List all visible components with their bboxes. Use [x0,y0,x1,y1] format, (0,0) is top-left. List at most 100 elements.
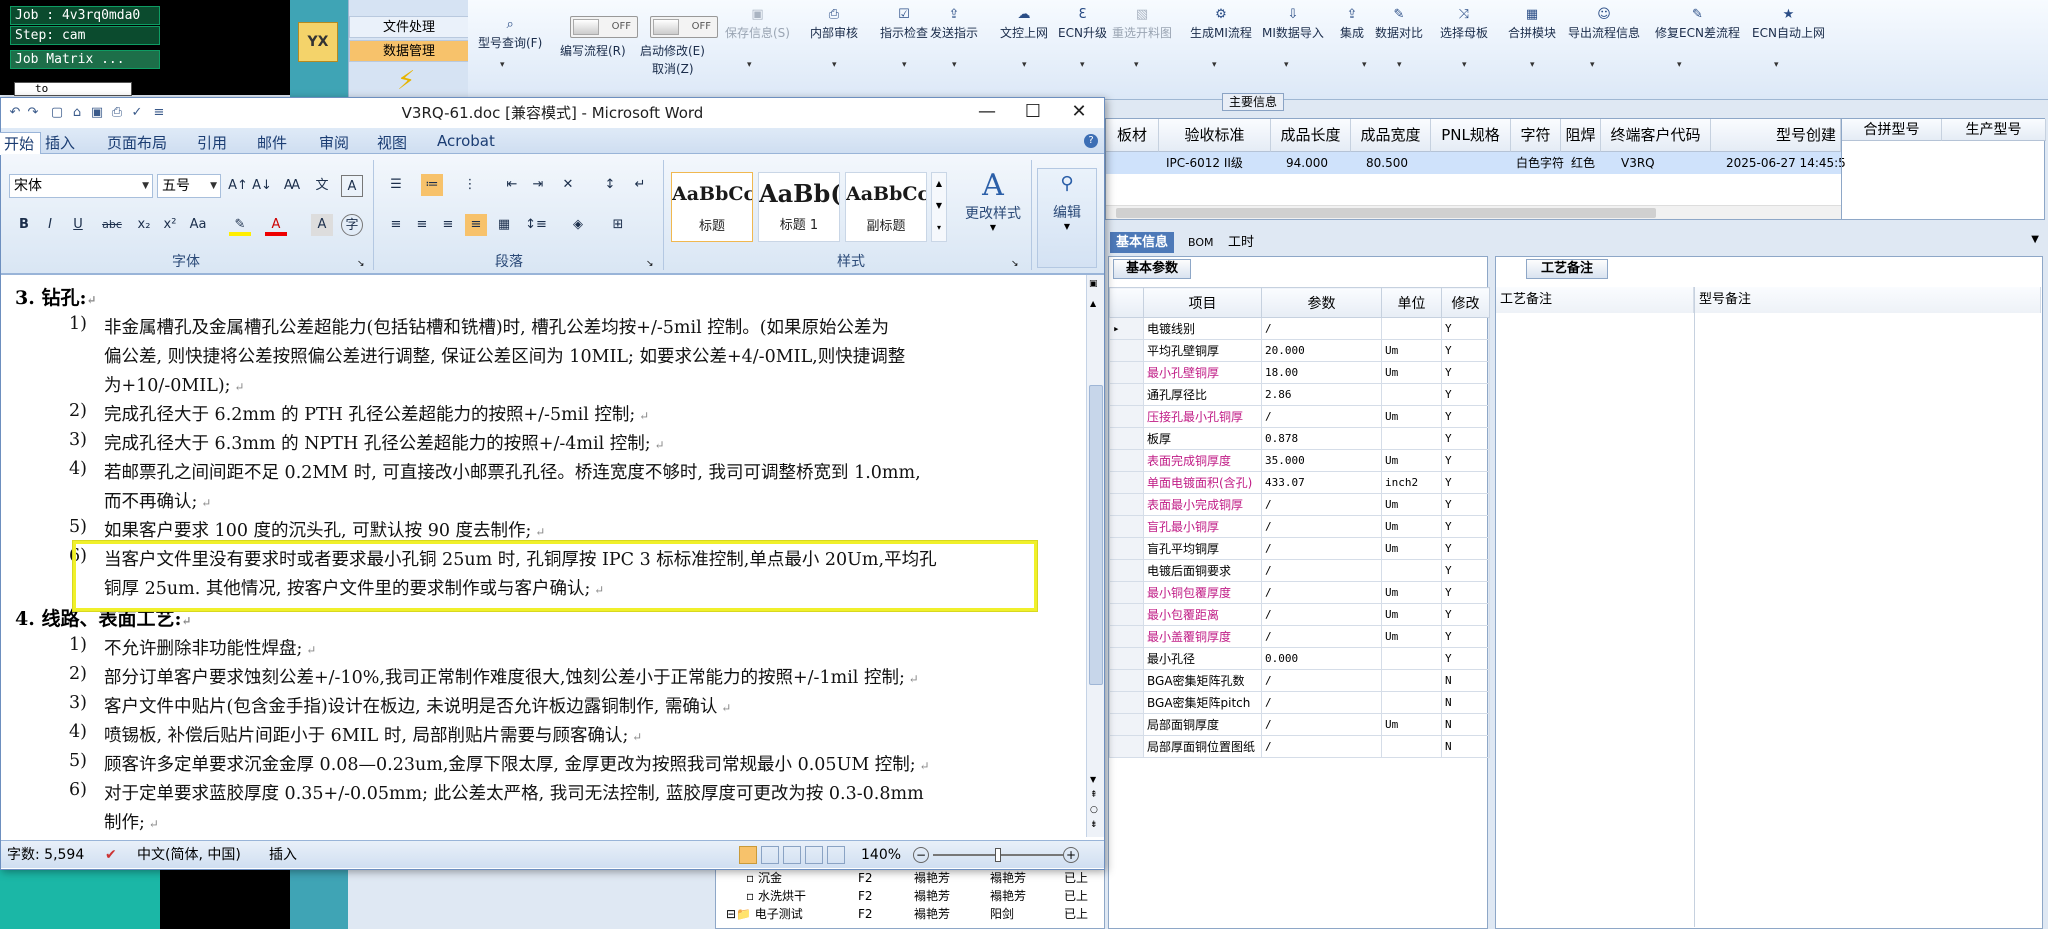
italic-icon[interactable]: I [39,214,61,236]
line-spacing-icon[interactable]: ↕≡ [525,214,547,236]
distributed-icon[interactable]: ▦ [493,214,515,236]
column-header[interactable]: 型号创建 [1711,119,1841,152]
column-header[interactable]: 验收标准 [1159,119,1271,152]
column-header[interactable]: 参数 [1261,287,1382,318]
param-value[interactable]: / [1261,515,1382,538]
column-header[interactable]: 项目 [1143,287,1262,318]
table-row[interactable]: 局部厚面铜位置图纸 / N [1109,735,1490,758]
app-logo[interactable]: YX [298,22,338,62]
tab-insert[interactable]: 插入 [45,132,75,153]
tab-basic-info[interactable]: 基本信息 [1110,232,1175,253]
table-row[interactable]: 通孔厚径比 2.86 Y [1109,383,1490,406]
chevron-down-icon[interactable]: ▾ [832,60,837,70]
toggle-switch[interactable]: OFF [570,16,638,38]
table-row[interactable]: BGA密集矩阵孔数 / N [1109,669,1490,692]
table-row[interactable]: ▸ 电镀线别 / Y [1109,317,1490,340]
align-center-icon[interactable]: ≡ [411,214,433,236]
toolbar-button[interactable]: ▣ 保存信息(S) [725,8,790,41]
chevron-down-icon[interactable]: ▾ [1530,60,1535,70]
lightning-icon[interactable]: ⚡ [397,66,415,96]
style-title[interactable]: AaBbCc 标题 [671,172,753,242]
table-row[interactable]: 电镀后面铜要求 / Y [1109,559,1490,582]
align-right-icon[interactable]: ≡ [437,214,459,236]
clear-format-icon[interactable]: Ꜳ [281,175,303,197]
dropdown-arrow-icon[interactable]: ▼ [2031,234,2039,245]
font-size-select[interactable]: 五号 ▼ [157,174,221,198]
param-value[interactable]: 35.000 [1261,449,1382,472]
char-border-icon[interactable]: A [341,175,363,197]
change-case-icon[interactable]: Aa [187,214,209,236]
toolbar-button[interactable]: ▦ 合拼模块 [1508,8,1556,41]
change-styles-button[interactable]: A 更改样式 ▼ [953,168,1033,232]
toolbar-button[interactable]: ☑ 指示检查 [880,8,928,41]
param-value[interactable]: / [1261,537,1382,560]
tab-view[interactable]: 视图 [377,132,407,153]
param-value[interactable]: / [1261,713,1382,736]
table-row[interactable]: 最小包覆距离 / Um Y [1109,603,1490,626]
browse-object-icon[interactable]: ○ [1090,805,1098,815]
vertical-scrollbar[interactable]: ▣ ▲ ▼ ⇞ ○ ⇟ [1086,275,1104,837]
toolbar-button[interactable]: ✎ 数据对比 [1375,8,1423,41]
bold-icon[interactable]: B [13,214,35,236]
superscript-icon[interactable]: x² [159,214,181,236]
language-status[interactable]: 中文(简体, 中国) [137,841,241,869]
dialog-launcher-icon[interactable]: ↘ [1011,259,1019,269]
chevron-down-icon[interactable]: ▾ [952,60,957,70]
toggle-knob[interactable] [573,19,599,35]
borders-icon[interactable]: ⊞ [607,214,629,236]
column-header[interactable]: 生产型号 [1942,119,2046,141]
tab-references[interactable]: 引用 [197,132,227,153]
tab-home[interactable]: 开始 [0,132,42,155]
style-subtitle[interactable]: AaBbCc 副标题 [845,172,927,242]
maximize-icon[interactable]: ☐ [1010,98,1056,128]
param-value[interactable]: 0.000 [1261,647,1382,670]
toolbar-button[interactable]: ⇪ 集成 [1340,8,1364,41]
sort-icon[interactable]: ↕ [599,174,621,196]
table-row[interactable]: 平均孔壁铜厚 20.000 Um Y [1109,339,1490,362]
table-row[interactable]: 板厚 0.878 Y [1109,427,1490,450]
horizontal-scrollbar[interactable] [1106,205,1841,219]
table-row[interactable]: 盲孔最小铜厚 / Um Y [1109,515,1490,538]
tab-bom[interactable]: BOM [1182,232,1220,253]
param-value[interactable]: / [1261,581,1382,604]
param-value[interactable]: / [1261,669,1382,692]
table-row[interactable]: 最小铜包覆厚度 / Um Y [1109,581,1490,604]
proofing-icon[interactable]: ✔ [105,841,117,869]
toolbar-button[interactable]: ⇩ MI数据导入 [1262,8,1324,41]
tab-page-layout[interactable]: 页面布局 [107,132,167,153]
toolbar-button[interactable]: ☁ 文控上网 [1000,8,1048,41]
dialog-launcher-icon[interactable]: ↘ [646,259,654,269]
styles-scroll[interactable]: ▲ ▼ ▾ [931,172,947,242]
chevron-down-icon[interactable]: ▾ [1590,60,1595,70]
chevron-down-icon[interactable]: ▾ [747,60,752,70]
subscript-icon[interactable]: x₂ [133,214,155,236]
toolbar-button[interactable]: ✎ 修复ECN差流程 [1655,8,1740,41]
column-header[interactable]: 修改 [1441,287,1490,318]
table-row[interactable]: 最小孔径 0.000 Y [1109,647,1490,670]
chevron-down-icon[interactable]: ▾ [1212,60,1217,70]
toggle-switch[interactable]: OFF [650,16,718,38]
column-header[interactable]: 阻焊 [1561,119,1601,152]
tab-review[interactable]: 审阅 [319,132,349,153]
document-body[interactable]: 3. 钻孔:↵ 1) 非金属槽孔及金属槽孔公差超能力(包括钻槽和铣槽)时, 槽孔公差… [1,275,1086,837]
table-row[interactable]: IPC-6012 II级 94.000 80.500 白色字符 红色 V3RQ … [1106,152,1846,174]
grow-font-icon[interactable]: A↑ [227,175,249,197]
chevron-down-icon[interactable]: ▾ [1774,60,1779,70]
chevron-down-icon[interactable]: ▾ [1397,60,1402,70]
chevron-down-icon[interactable]: ▾ [500,60,505,70]
phonetic-icon[interactable]: 文 [311,175,333,197]
chevron-down-icon[interactable]: ▾ [1462,60,1467,70]
table-row[interactable]: 盲孔平均铜厚 / Um Y [1109,537,1490,560]
shrink-font-icon[interactable]: A↓ [251,175,273,197]
table-row[interactable]: 表面最小完成铜厚 / Um Y [1109,493,1490,516]
chevron-down-icon[interactable]: ▾ [1022,60,1027,70]
param-value[interactable]: / [1261,559,1382,582]
highlight-icon[interactable]: ✎ [229,214,251,236]
toolbar-button[interactable]: ⇪ 发送指示 [930,8,978,41]
zoom-level[interactable]: 140% [861,841,901,869]
chevron-down-icon[interactable]: ▾ [1677,60,1682,70]
tab-mailings[interactable]: 邮件 [257,132,287,153]
zoom-out-icon[interactable]: − [913,847,929,863]
notes-title[interactable]: 工艺备注 [1526,259,1609,279]
shading-icon[interactable]: ◈ [567,214,589,236]
